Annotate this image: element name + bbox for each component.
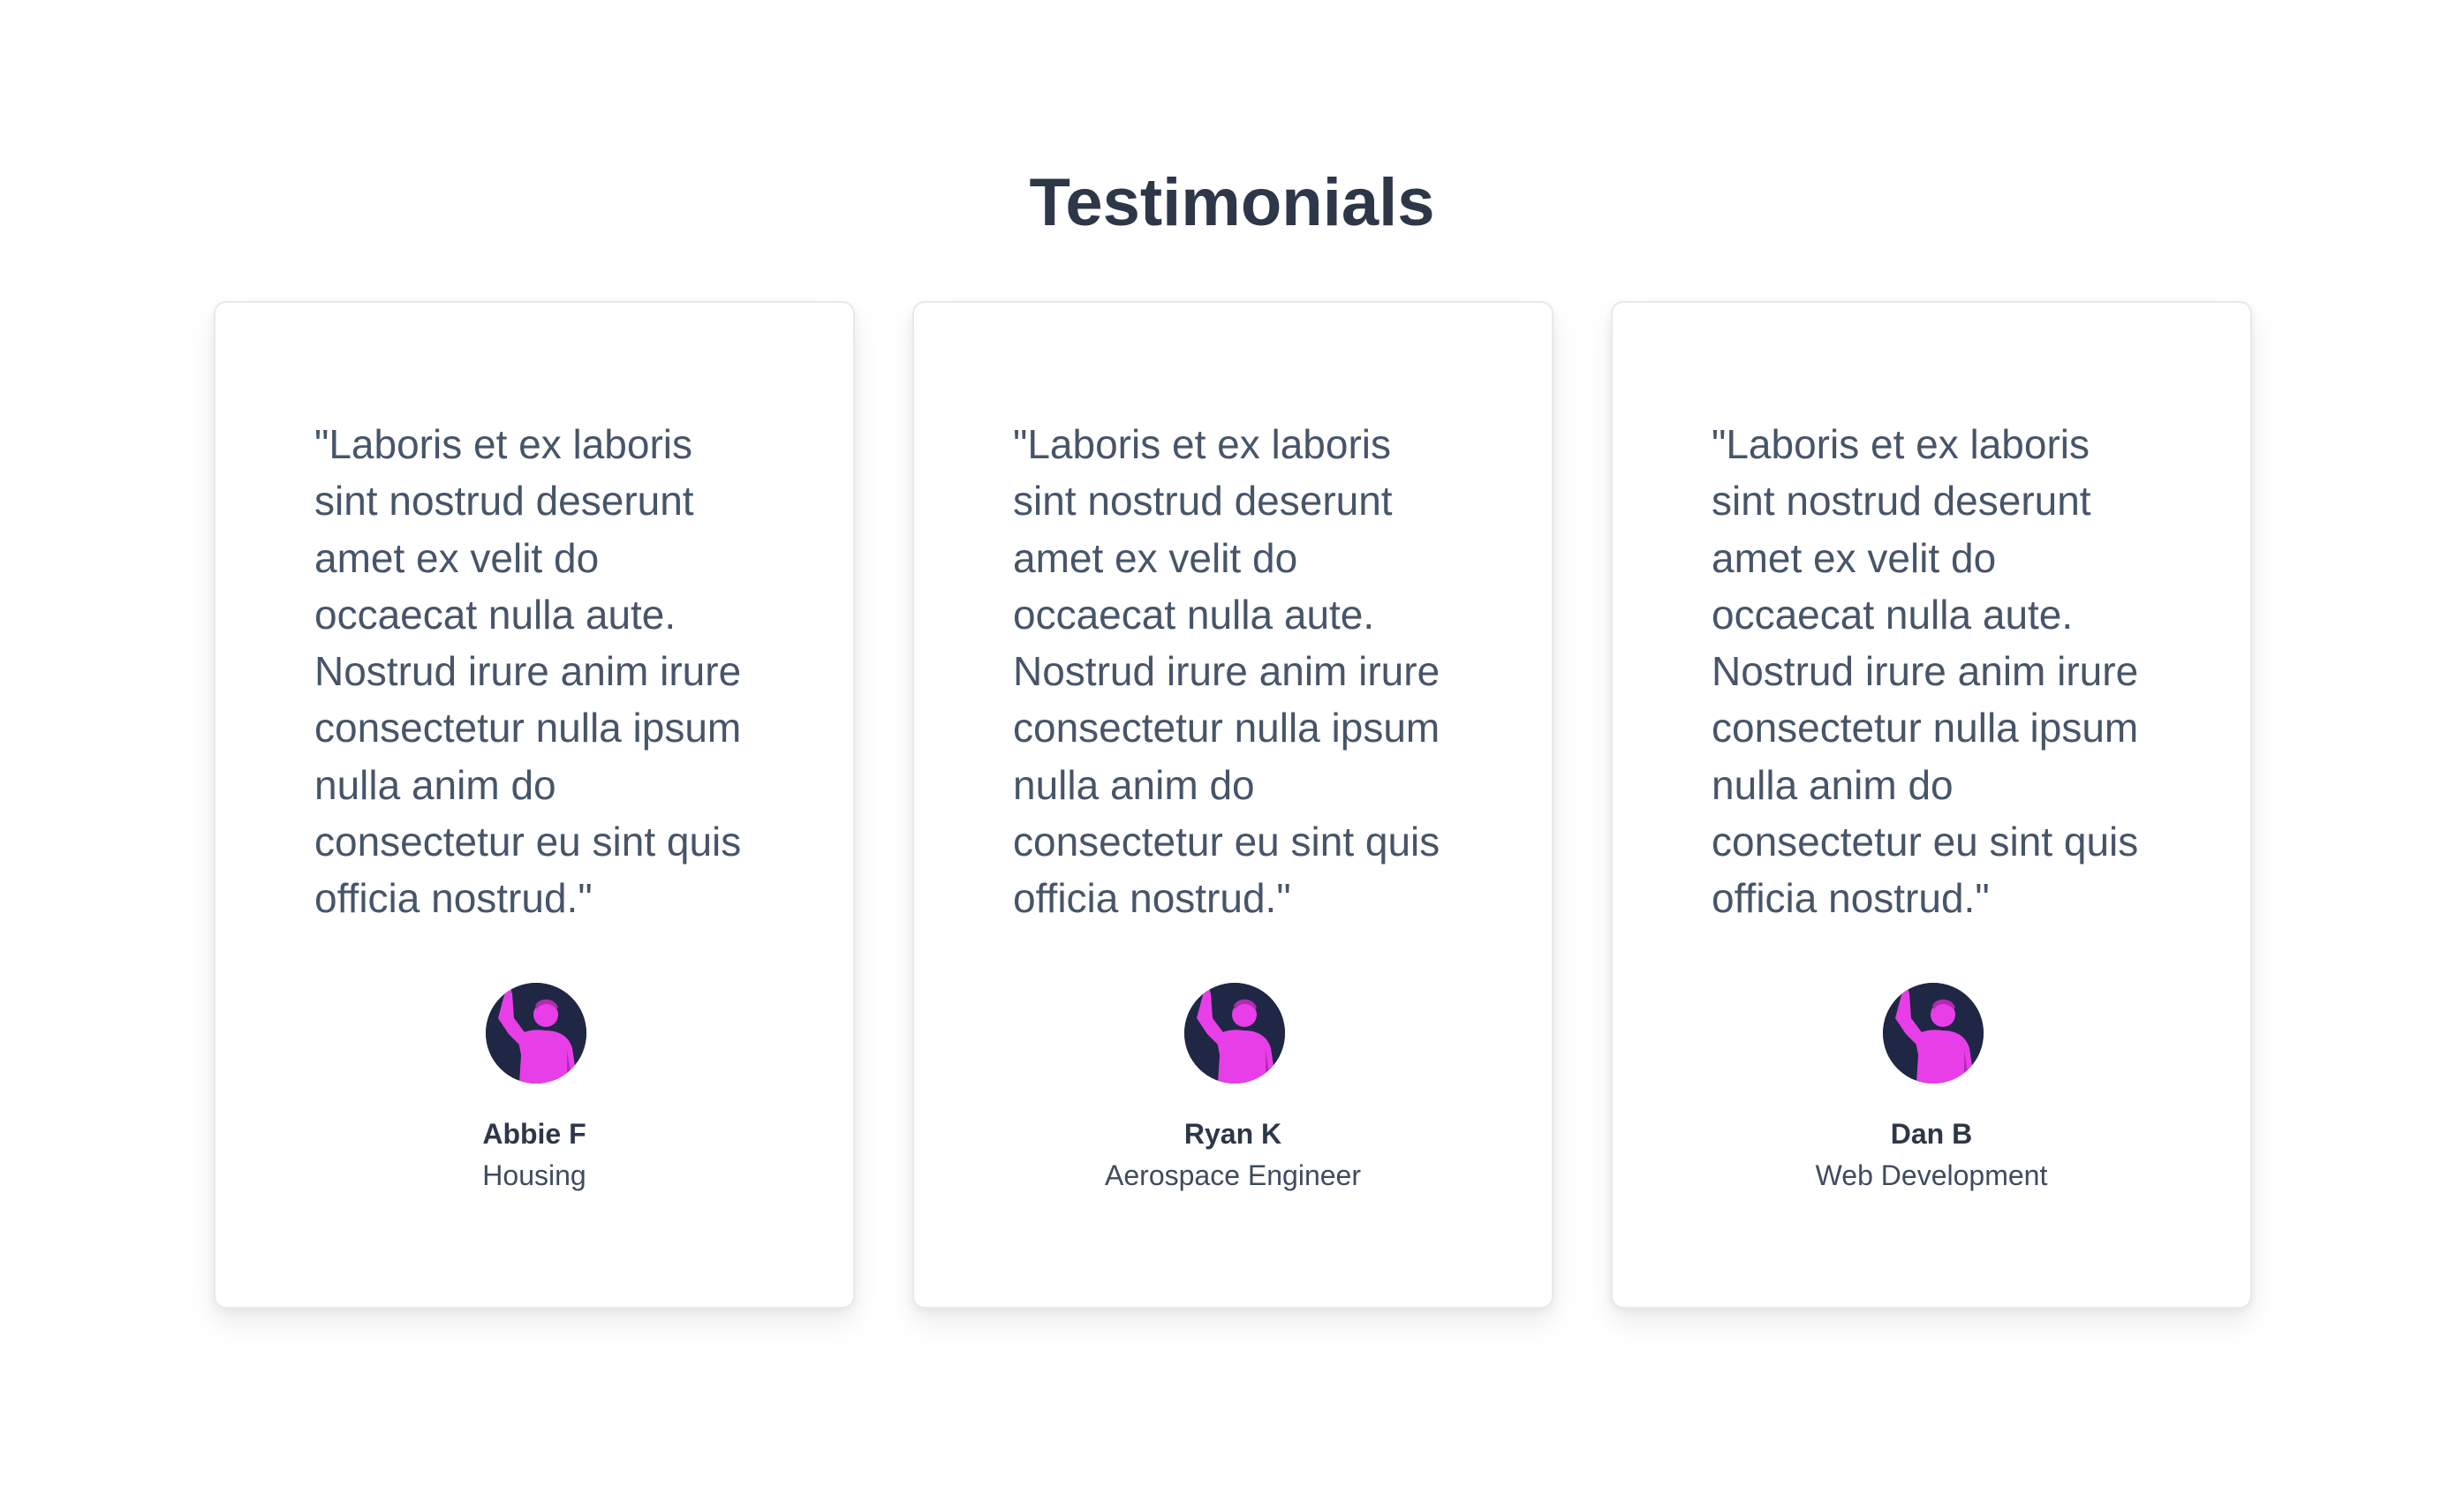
testimonial-card: "Laboris et ex laboris sint nostrud dese… — [912, 301, 1553, 1309]
testimonial-card: "Laboris et ex laboris sint nostrud dese… — [214, 301, 855, 1309]
person-name: Ryan K — [1183, 1118, 1282, 1150]
section-title: Testimonials — [1029, 165, 1435, 240]
testimonial-quote: "Laboris et ex laboris sint nostrud dese… — [1712, 421, 2139, 922]
avatar — [486, 983, 586, 1083]
avatar — [1184, 983, 1285, 1083]
person-waving-icon — [1184, 983, 1285, 1083]
person-waving-icon — [486, 983, 586, 1083]
avatar — [1883, 983, 1984, 1083]
person-role: Web Development — [1815, 1159, 2048, 1191]
person-name: Abbie F — [482, 1118, 586, 1150]
testimonial-quote: "Laboris et ex laboris sint nostrud dese… — [314, 421, 742, 922]
person-waving-icon — [1883, 983, 1984, 1083]
testimonial-card: "Laboris et ex laboris sint nostrud dese… — [1611, 301, 2252, 1309]
person-role: Aerospace Engineer — [1105, 1159, 1361, 1191]
person-name: Dan B — [1890, 1118, 1973, 1150]
testimonial-quote: "Laboris et ex laboris sint nostrud dese… — [1013, 421, 1440, 922]
person-role: Housing — [482, 1159, 586, 1191]
testimonial-cards: "Laboris et ex laboris sint nostrud dese… — [214, 301, 2252, 1309]
